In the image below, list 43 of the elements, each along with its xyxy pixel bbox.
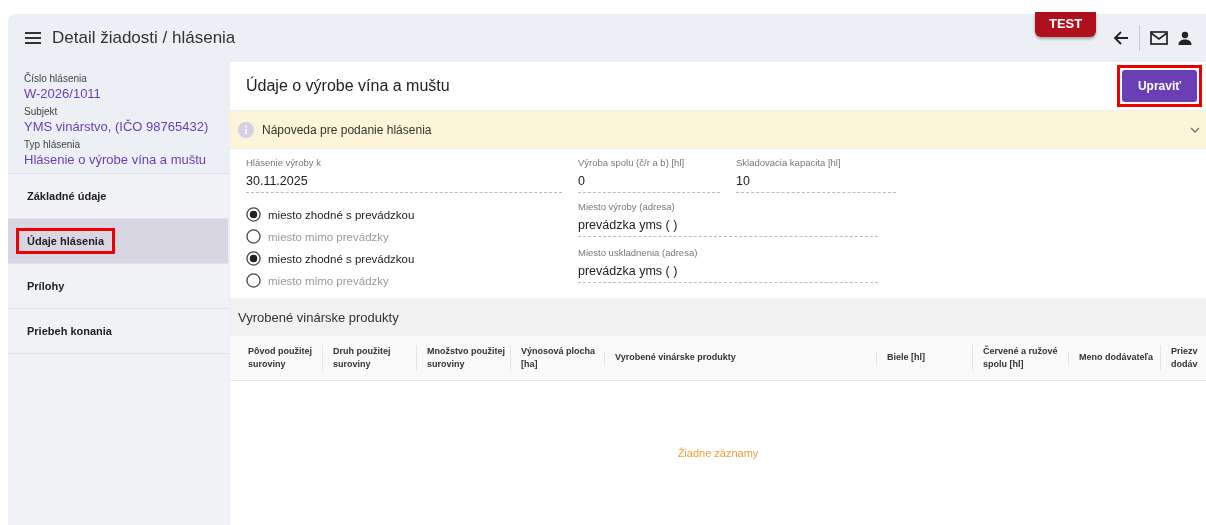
nav-item[interactable]: Údaje hlásenia	[8, 219, 228, 264]
info-label: Typ hlásenia	[24, 139, 82, 150]
info-label: Číslo hlásenia	[24, 73, 88, 84]
column-header: Pôvod použitej suroviny	[247, 344, 313, 371]
production-field: Výroba spolu (č/r a b) [hl] 0	[578, 153, 720, 193]
radio-option[interactable]: miesto zhodné s prevádzkou	[246, 207, 562, 222]
column-header: Meno dodávateľa	[1068, 351, 1160, 365]
column-header: Priezv dodáv	[1160, 344, 1206, 372]
section-title: Údaje o výrobe vína a muštu	[246, 77, 450, 95]
mail-icon[interactable]	[1150, 31, 1168, 45]
hint-text: Nápoveda pre podanie hlásenia	[262, 122, 433, 137]
menu-icon[interactable]	[24, 31, 42, 45]
info-label: Subjekt	[24, 106, 59, 117]
back-arrow-icon[interactable]	[1113, 30, 1129, 46]
info-value: W-2026/1011	[24, 86, 102, 101]
page-title: Detail žiadosti / hlásenia	[52, 28, 236, 48]
column-header: Výnosová plocha [ha]	[510, 344, 604, 372]
column-header: Červené a ružové spolu [hl]	[972, 344, 1068, 372]
nav-item[interactable]: Priebeh konania	[8, 309, 228, 354]
date-field: Hlásenie výroby k 30.11.2025	[246, 153, 562, 193]
user-icon[interactable]	[1178, 31, 1192, 45]
address-field: Miesto uskladnenia (adresa) prevádzka yms ( )	[578, 243, 878, 283]
edit-button[interactable]: Upraviť	[1121, 70, 1197, 102]
info-value: YMS vinárstvo, (IČO 98765432)	[24, 119, 210, 134]
column-header: Druh použitej suroviny	[322, 344, 416, 372]
table-title: Vyrobené vinárske produkty	[230, 298, 1206, 336]
column-header: Množstvo použitej suroviny	[416, 344, 510, 372]
info-icon	[238, 121, 254, 138]
hint-bar[interactable]: Nápoveda pre podanie hlásenia	[230, 111, 1206, 149]
nav-link[interactable]: Priebeh konania	[16, 318, 123, 344]
environment-badge: TEST	[1035, 12, 1097, 37]
column-header: Vyrobené vinárske produkty	[604, 351, 876, 365]
nav-item[interactable]: Prílohy	[8, 264, 228, 309]
column-header: Biele [hl]	[876, 351, 972, 365]
empty-message: Žiadne záznamy	[677, 447, 759, 459]
info-value: Hlásenie o výrobe vína a muštu	[24, 152, 208, 167]
radio-option[interactable]: miesto zhodné s prevádzkou	[246, 251, 562, 266]
address-field: Miesto výroby (adresa) prevádzka yms ( )	[578, 197, 878, 237]
nav-link[interactable]: Údaje hlásenia	[16, 228, 116, 254]
nav-link[interactable]: Základné údaje	[16, 183, 118, 209]
capacity-field: Skladovacia kapacita [hl] 10	[736, 153, 896, 193]
chevron-icon[interactable]	[1190, 125, 1200, 134]
nav-link[interactable]: Prílohy	[16, 273, 76, 299]
